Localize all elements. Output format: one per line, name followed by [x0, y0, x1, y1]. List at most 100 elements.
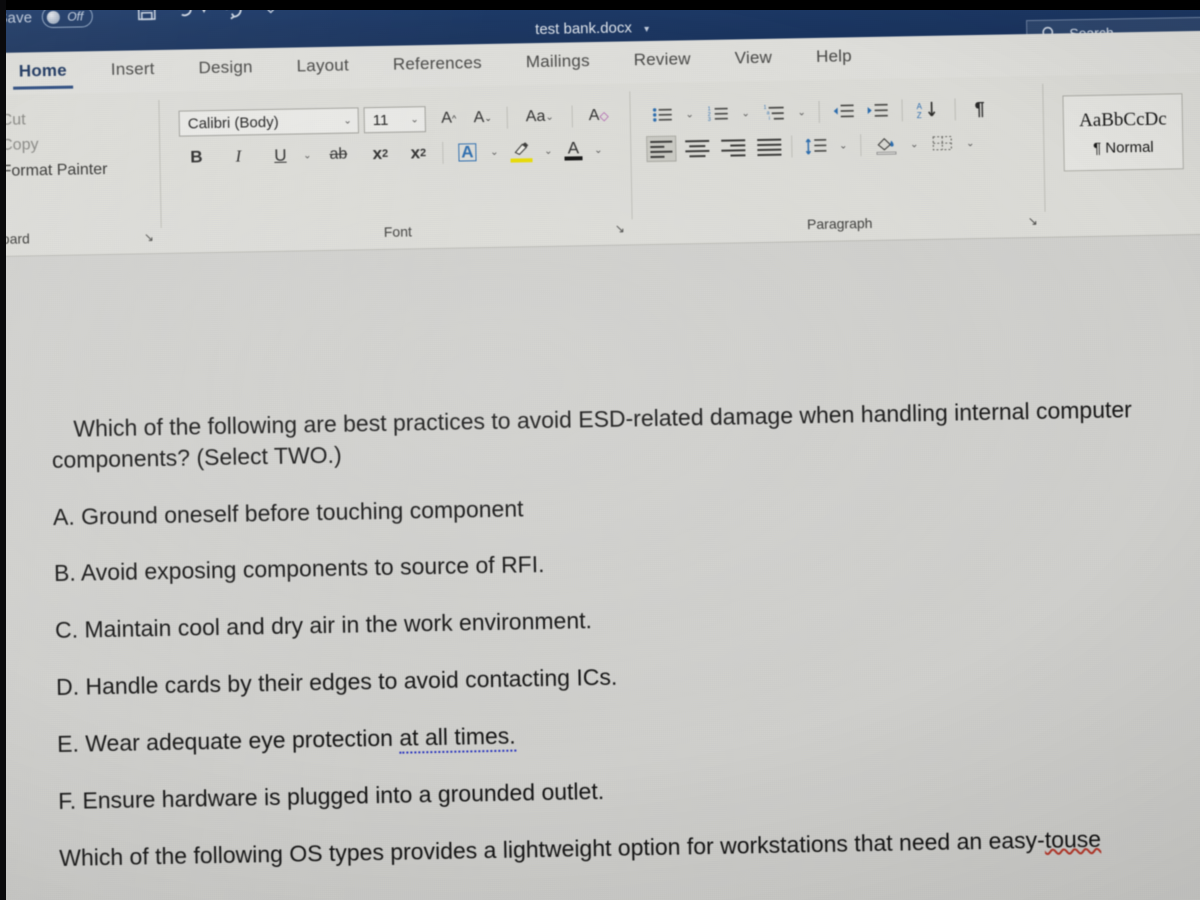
divider [506, 106, 508, 129]
svg-text:3: 3 [708, 117, 711, 123]
question-2-text: Which of the following OS types provides… [58, 826, 1046, 871]
font-size-combobox[interactable]: 11 ⌄ [363, 106, 426, 134]
document-canvas[interactable]: Which of the following are best practice… [0, 234, 1200, 900]
shrink-font-button[interactable]: A ⌄ [467, 104, 498, 133]
paragraph-option-f[interactable]: F. Ensure hardware is plugged into a gro… [58, 765, 1188, 817]
align-left-button[interactable] [646, 135, 677, 163]
bullets-button[interactable] [647, 101, 678, 130]
copy-button[interactable]: Copy [0, 131, 107, 160]
clipboard-dialog-launcher[interactable]: ↘ [144, 230, 154, 244]
tab-design-label: Design [198, 57, 253, 78]
format-painter-label: Format Painter [1, 160, 108, 180]
chevron-down-icon[interactable]: ⌄ [410, 114, 419, 125]
paragraph-question-2[interactable]: Which of the following OS types provides… [59, 822, 1189, 874]
paragraph-option-d[interactable]: D. Handle cards by their edges to avoid … [56, 651, 1186, 703]
multilevel-list-button[interactable]: 1 a i [759, 98, 790, 127]
numbering-dropdown-icon[interactable]: ⌄ [737, 99, 754, 127]
tab-view-label: View [734, 47, 773, 68]
justify-button[interactable] [754, 134, 784, 161]
font-color-button[interactable]: A [560, 136, 587, 164]
tab-view[interactable]: View [712, 42, 794, 81]
document-page[interactable]: Which of the following are best practice… [0, 234, 1200, 900]
tab-home-label: Home [18, 60, 68, 81]
cut-button[interactable]: ✂ Cut [0, 107, 107, 134]
photo-edge-left [0, 0, 6, 900]
text-highlight-color-button[interactable] [506, 137, 537, 166]
font-color-dropdown-icon[interactable]: ⌄ [590, 136, 607, 164]
decrease-indent-button[interactable] [828, 97, 859, 126]
tab-help[interactable]: Help [794, 41, 874, 80]
italic-button[interactable]: I [223, 142, 254, 171]
tab-design[interactable]: Design [176, 52, 275, 91]
bold-button[interactable]: B [181, 143, 212, 172]
copy-label: Copy [1, 136, 39, 154]
paragraph-option-b[interactable]: B. Avoid exposing components to source o… [54, 538, 1184, 590]
highlight-dropdown-icon[interactable]: ⌄ [540, 137, 557, 165]
divider [571, 105, 573, 128]
tab-insert[interactable]: Insert [89, 54, 177, 93]
paragraph-option-c[interactable]: C. Maintain cool and dry air in the work… [55, 595, 1185, 647]
tab-review[interactable]: Review [611, 44, 713, 83]
format-painter-button[interactable]: Format Painter [0, 157, 108, 186]
divider [954, 98, 956, 121]
tab-insert-label: Insert [110, 59, 155, 79]
underline-button[interactable]: U [265, 142, 296, 171]
ribbon-group-clipboard: ✂ Cut Copy [0, 92, 162, 258]
tab-references[interactable]: References [371, 48, 505, 88]
subscript-button[interactable]: x2 [365, 140, 396, 169]
document-text-body[interactable]: Which of the following are best practice… [51, 393, 1189, 873]
change-case-button[interactable]: Aa ⌄ [516, 103, 563, 132]
divider [818, 100, 820, 123]
line-spacing-button[interactable] [801, 132, 832, 161]
style-preview-text: AaBbCcDc [1078, 108, 1167, 131]
paragraph-dialog-launcher[interactable]: ↘ [1028, 214, 1038, 228]
tab-active-underline [13, 85, 74, 90]
chevron-down-icon[interactable]: ⌄ [343, 115, 352, 126]
chevron-down-icon[interactable]: ▾ [644, 24, 649, 35]
ribbon-group-paragraph: ⌄ 1 2 3 ⌄ 1 a i ⌄ A Z ¶ ⌄ ⌄ ⌄ Paragraph … [631, 76, 1046, 246]
tab-home[interactable]: Home [0, 55, 89, 94]
bullets-dropdown-icon[interactable]: ⌄ [681, 100, 698, 128]
tab-mailings-label: Mailings [525, 51, 590, 72]
line-spacing-dropdown-icon[interactable]: ⌄ [835, 131, 852, 159]
tab-mailings[interactable]: Mailings [504, 46, 613, 85]
paragraph-option-e[interactable]: E. Wear adequate eye protection at all t… [57, 708, 1187, 760]
align-right-button[interactable] [718, 134, 748, 161]
paragraph-option-a[interactable]: A. Ground oneself before touching compon… [53, 481, 1183, 533]
grammar-error-text[interactable]: at all times. [399, 722, 516, 754]
tab-layout[interactable]: Layout [274, 50, 371, 89]
autosave-toggle-knob [47, 10, 61, 24]
increase-indent-button[interactable] [862, 97, 893, 126]
ribbon-group-styles: AaBbCcDc ¶ Normal [1044, 72, 1200, 237]
borders-button[interactable] [926, 129, 959, 158]
grow-font-button[interactable]: A ^ [434, 104, 465, 133]
multilevel-dropdown-icon[interactable]: ⌄ [793, 98, 810, 126]
screen-photo: utoSave Off ▾ [0, 0, 1200, 900]
font-name-combobox[interactable]: Calibri (Body) ⌄ [178, 107, 360, 137]
style-normal-button[interactable]: AaBbCcDc ¶ Normal [1062, 93, 1184, 172]
spelling-error-text[interactable]: touse [1045, 825, 1102, 852]
shading-dropdown-icon[interactable]: ⌄ [906, 130, 923, 158]
paragraph-question-1[interactable]: Which of the following are best practice… [51, 393, 1182, 475]
borders-dropdown-icon[interactable]: ⌄ [962, 129, 979, 157]
font-dialog-launcher[interactable]: ↘ [615, 222, 625, 236]
numbering-button[interactable]: 1 2 3 [703, 99, 734, 128]
superscript-button[interactable]: x2 [403, 139, 434, 168]
text-effects-button[interactable]: A [452, 138, 483, 167]
divider [442, 141, 444, 164]
strikethrough-button[interactable]: ab [323, 140, 354, 169]
clear-formatting-button[interactable]: A ◇ [581, 102, 616, 131]
underline-dropdown-icon[interactable]: ⌄ [299, 141, 316, 169]
document-title: test bank.docx [535, 19, 633, 39]
shading-button[interactable] [870, 130, 903, 159]
text-effects-dropdown-icon[interactable]: ⌄ [486, 138, 503, 166]
show-formatting-marks-button[interactable]: ¶ [964, 95, 995, 124]
align-center-button[interactable] [682, 135, 712, 162]
word-application-window: utoSave Off ▾ [0, 0, 1200, 900]
font-group-label: Font [383, 223, 412, 240]
tab-help-label: Help [815, 46, 852, 66]
photo-edge-top [0, 0, 1200, 10]
divider [791, 135, 793, 158]
sort-button[interactable]: A Z [911, 96, 946, 125]
svg-text:A: A [917, 102, 923, 111]
